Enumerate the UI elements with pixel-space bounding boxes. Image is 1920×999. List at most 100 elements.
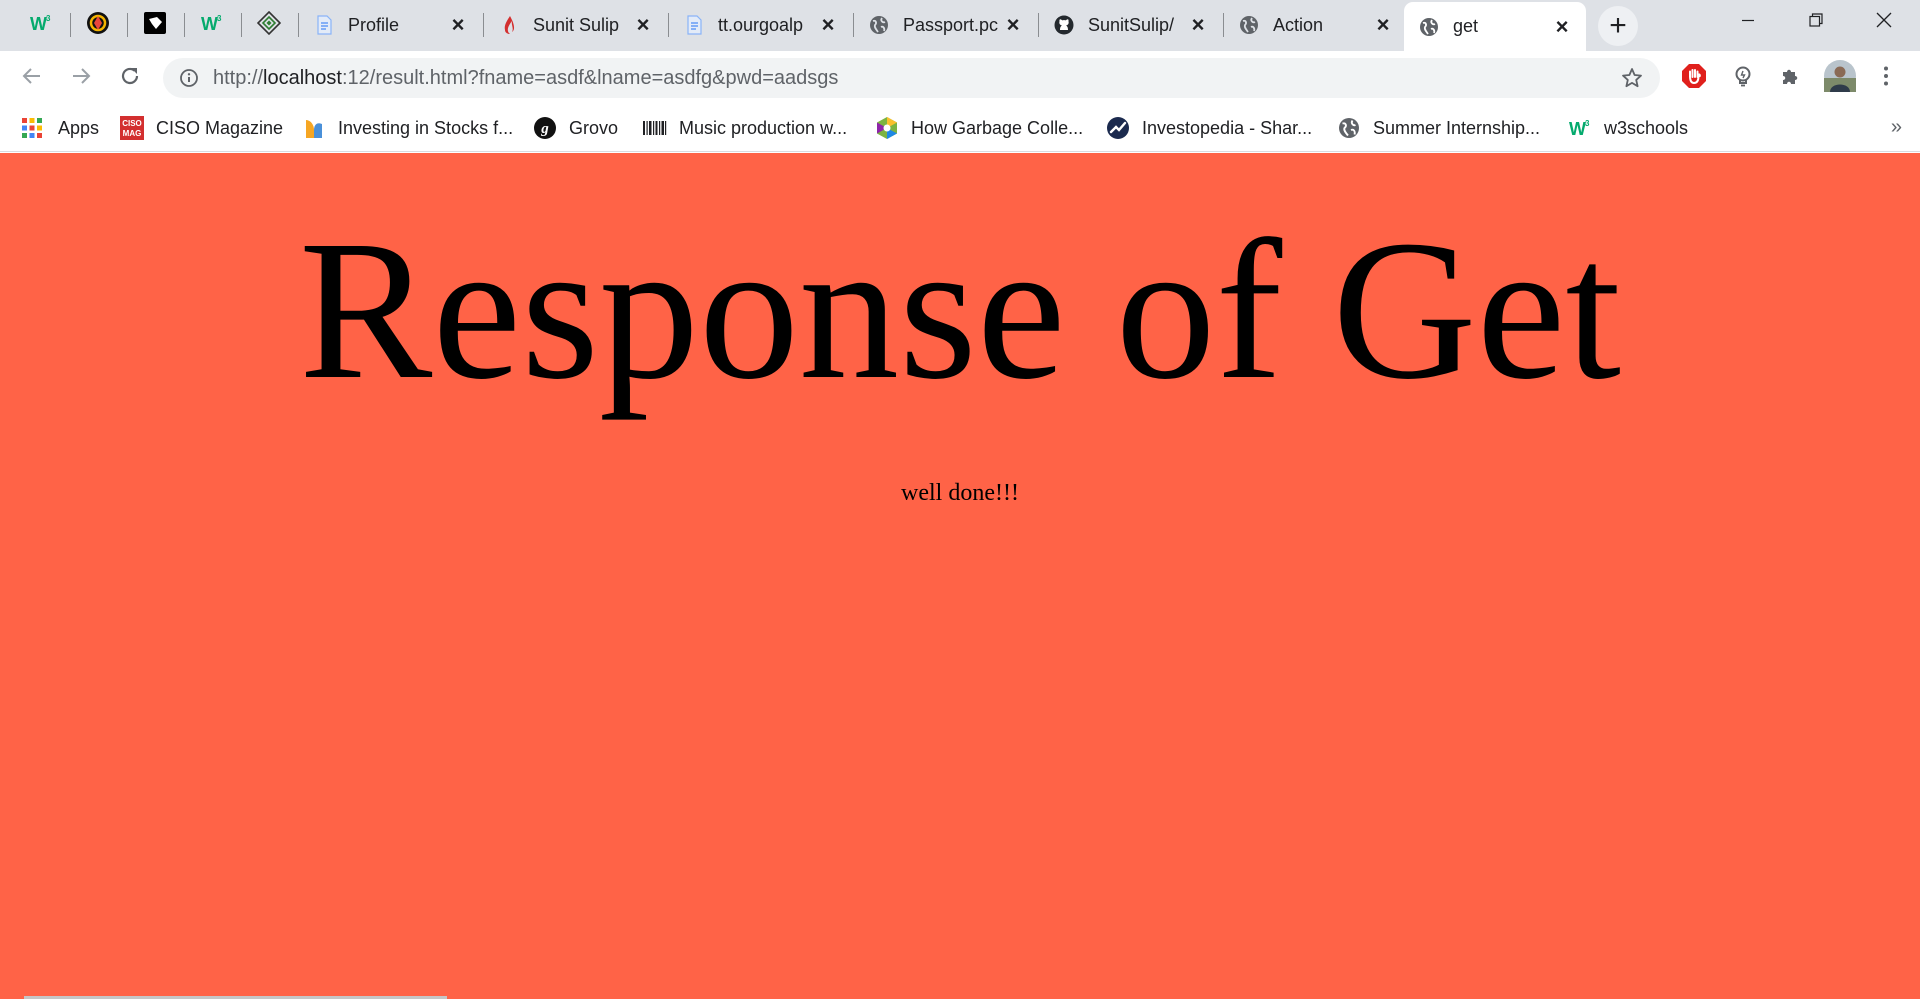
tab-tt-ourgoalp[interactable]: tt.ourgoalp × — [669, 7, 852, 43]
minimize-icon — [1740, 12, 1756, 33]
bookmarks-overflow-chevron-icon[interactable]: » — [1891, 116, 1902, 139]
back-button[interactable] — [12, 58, 52, 98]
restore-button[interactable] — [1782, 0, 1850, 44]
chrome-menu-button[interactable] — [1870, 62, 1902, 94]
svg-text:CISO: CISO — [122, 119, 142, 128]
bookmark-music-production[interactable]: Music production w... — [643, 112, 847, 144]
bookmark-label: Grovo — [569, 117, 619, 138]
tab-sunit-sulip[interactable]: Sunit Sulip × — [484, 7, 667, 43]
bookmark-apps[interactable]: Apps — [20, 112, 99, 144]
close-tab-icon[interactable]: × — [632, 14, 654, 36]
tab-title: Action — [1273, 14, 1324, 35]
globe-icon — [1239, 15, 1259, 35]
profile-avatar-button[interactable] — [1822, 59, 1858, 97]
tab-passport[interactable]: Passport.pc × — [854, 7, 1037, 43]
bookmark-how-garbage-collection[interactable]: How Garbage Colle... — [875, 112, 1083, 144]
bookmark-investopedia[interactable]: Investopedia - Shar... — [1106, 112, 1312, 144]
bookmark-label: Apps — [58, 117, 100, 138]
bookmark-label: Investopedia - Shar... — [1142, 117, 1313, 138]
close-icon — [1875, 11, 1893, 34]
bookmark-label: w3schools — [1604, 117, 1689, 138]
lightbulb-extension-button[interactable] — [1727, 62, 1759, 94]
close-tab-icon[interactable]: × — [1372, 14, 1394, 36]
address-bar[interactable]: http://localhost:12/result.html?fname=as… — [163, 58, 1660, 98]
more-vertical-icon — [1883, 65, 1889, 92]
restore-icon — [1808, 12, 1824, 33]
url-host: localhost — [263, 66, 342, 89]
stocks-icon — [302, 116, 326, 140]
new-tab-button[interactable]: + — [1598, 6, 1638, 46]
pinned-tab-shield[interactable] — [128, 7, 182, 43]
w3schools-icon: W3 — [29, 13, 53, 38]
lightbulb-icon — [1732, 65, 1754, 92]
w3schools-icon: W3 — [200, 13, 224, 38]
minimize-button[interactable] — [1714, 0, 1782, 44]
svg-text:W: W — [201, 14, 218, 33]
svg-text:3: 3 — [46, 14, 51, 23]
investopedia-icon — [1106, 116, 1130, 140]
bookmark-label: How Garbage Colle... — [911, 117, 1084, 138]
tab-action[interactable]: Action × — [1224, 7, 1407, 43]
pinned-tab-aperture[interactable] — [71, 7, 125, 43]
extensions-button[interactable] — [1775, 62, 1807, 94]
reload-button[interactable] — [110, 58, 150, 98]
tab-title: Sunit Sulip — [533, 14, 620, 35]
reload-icon — [119, 65, 141, 92]
forward-button[interactable] — [61, 58, 101, 98]
avatar — [1824, 59, 1856, 97]
tab-title: Profile — [348, 14, 400, 35]
close-tab-icon[interactable]: × — [1551, 15, 1573, 38]
bookmark-label: Investing in Stocks f... — [338, 117, 514, 138]
tab-title: tt.ourgoalp — [718, 14, 804, 35]
url-text[interactable]: http://localhost:12/result.html?fname=as… — [213, 67, 1616, 90]
bookmark-summer-internship[interactable]: Summer Internship... — [1337, 112, 1540, 144]
grovo-icon: g — [533, 116, 557, 140]
tab-profile[interactable]: Profile × — [299, 7, 482, 43]
puzzle-icon — [1780, 65, 1802, 92]
hexagon-icon — [875, 116, 899, 140]
adblock-extension-button[interactable] — [1678, 62, 1710, 94]
bookmark-w3schools[interactable]: W3 w3schools — [1568, 112, 1688, 144]
bookmark-ciso-magazine[interactable]: CISO MAG CISO Magazine — [120, 112, 283, 144]
response-message: well done!!! — [901, 480, 1019, 506]
svg-text:3: 3 — [1585, 119, 1590, 128]
bookmark-label: CISO Magazine — [156, 117, 284, 138]
svg-text:3: 3 — [217, 14, 222, 23]
bookmarks-bar: Apps CISO MAG CISO Magazine Investing in … — [0, 104, 1920, 152]
svg-text:W: W — [1569, 119, 1586, 138]
close-tab-icon[interactable]: × — [1187, 14, 1209, 36]
plus-icon: + — [1609, 9, 1627, 42]
arrow-left-icon — [21, 65, 43, 92]
barcode-icon — [643, 116, 667, 140]
close-tab-icon[interactable]: × — [817, 14, 839, 36]
w3schools-icon: W3 — [1568, 116, 1592, 140]
pinned-tab-w3schools-2[interactable]: W3 — [185, 7, 239, 43]
tab-get-active[interactable]: get × — [1404, 2, 1586, 51]
url-path: :12/result.html?fname=asdf&lname=asdfg&p… — [341, 66, 839, 89]
pinned-tab-w3schools[interactable]: W3 — [14, 7, 68, 43]
tab-title: get — [1453, 16, 1479, 36]
url-scheme: http:// — [213, 66, 264, 89]
info-icon[interactable] — [177, 66, 201, 90]
close-tab-icon[interactable]: × — [1002, 14, 1024, 36]
adblock-stop-icon — [1681, 63, 1707, 94]
aperture-logo-icon — [86, 11, 110, 40]
globe-icon — [1337, 116, 1361, 140]
document-icon — [314, 15, 334, 35]
pinned-tab-diamond[interactable] — [242, 7, 296, 43]
globe-icon — [1419, 17, 1439, 37]
window-close-button[interactable] — [1850, 0, 1918, 44]
page-heading: Response of Get — [299, 200, 1621, 421]
globe-icon — [869, 15, 889, 35]
bookmark-label: Summer Internship... — [1373, 117, 1541, 138]
svg-text:W: W — [30, 14, 47, 33]
bookmark-grovo[interactable]: g Grovo — [533, 112, 618, 144]
bookmark-star-icon[interactable] — [1616, 62, 1648, 94]
close-tab-icon[interactable]: × — [447, 14, 469, 36]
svg-text:g: g — [540, 121, 549, 137]
tab-title: SunitSulip/ — [1088, 14, 1175, 35]
github-icon — [1054, 15, 1074, 35]
bookmark-investing-in-stocks[interactable]: Investing in Stocks f... — [302, 112, 513, 144]
tab-github[interactable]: SunitSulip/ × — [1039, 7, 1222, 43]
black-shield-logo-icon — [143, 11, 167, 40]
